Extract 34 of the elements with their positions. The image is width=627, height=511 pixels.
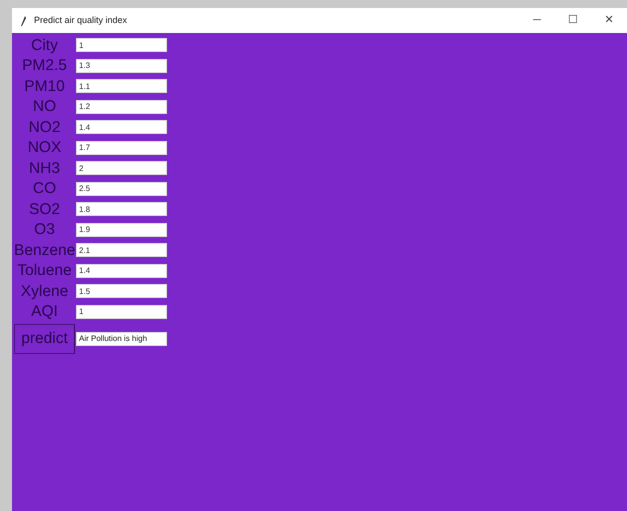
feather-icon bbox=[20, 16, 26, 26]
close-button[interactable]: ✕ bbox=[591, 12, 627, 29]
field-label: O3 bbox=[33, 222, 56, 238]
field-label: NO2 bbox=[28, 120, 62, 135]
field-label: NO bbox=[32, 99, 58, 114]
field-label: Toluene bbox=[16, 263, 73, 278]
input-field[interactable]: 1.2 bbox=[76, 100, 167, 114]
field-label: Benzene bbox=[14, 242, 75, 258]
field-label: PM2.5 bbox=[21, 58, 68, 74]
field-label: AQI bbox=[30, 304, 59, 320]
input-field[interactable]: 1.4 bbox=[76, 264, 167, 278]
input-field[interactable]: 1.8 bbox=[76, 202, 167, 216]
field-label: Xylene bbox=[20, 284, 70, 299]
maximize-button[interactable]: ☐ bbox=[555, 12, 591, 29]
field-label: CO bbox=[32, 181, 58, 196]
input-field[interactable]: 1.1 bbox=[76, 79, 167, 94]
input-field[interactable]: 1.5 bbox=[76, 284, 167, 298]
input-field[interactable]: 2.5 bbox=[76, 182, 167, 196]
field-label: City bbox=[30, 38, 59, 53]
input-field[interactable]: 1.4 bbox=[76, 120, 167, 134]
input-field[interactable]: 1.9 bbox=[76, 222, 167, 237]
minimize-button[interactable]: ─ bbox=[519, 12, 555, 29]
result-field: Air Pollution is high bbox=[76, 332, 167, 346]
input-field[interactable]: 1.7 bbox=[76, 140, 167, 155]
input-field[interactable]: 2.1 bbox=[76, 243, 167, 258]
input-field[interactable]: 2 bbox=[76, 161, 167, 176]
input-field[interactable]: 1.3 bbox=[76, 58, 167, 73]
field-label: NH3 bbox=[28, 160, 61, 176]
input-field[interactable]: 1 bbox=[76, 38, 167, 52]
field-label: SO2 bbox=[28, 202, 61, 217]
field-label: PM10 bbox=[23, 78, 66, 94]
input-field[interactable]: 1 bbox=[76, 304, 167, 319]
field-label: NOX bbox=[26, 140, 62, 156]
window-title: Predict air quality index bbox=[34, 14, 128, 27]
